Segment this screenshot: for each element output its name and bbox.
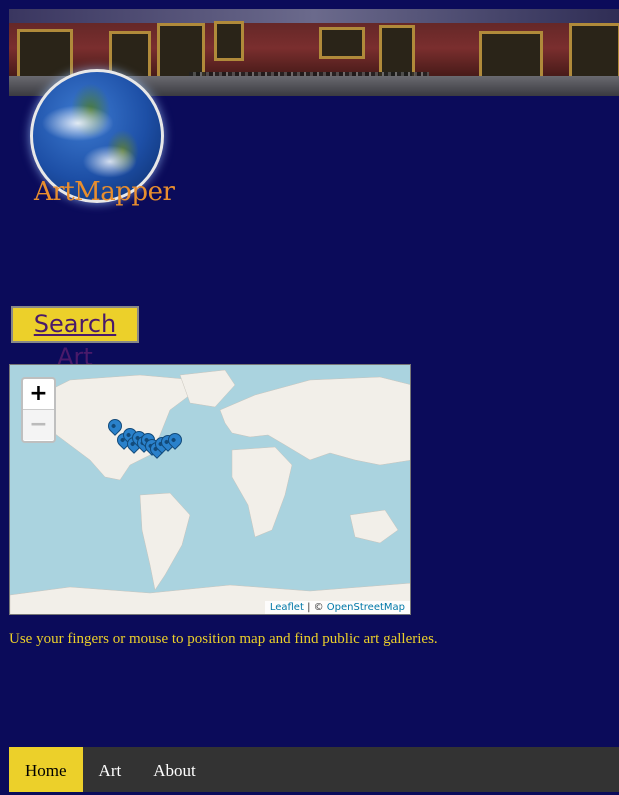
logo-text: ArtMapper [34,177,175,207]
nav-item-art[interactable]: Art [83,747,138,792]
banner-painting [379,25,415,79]
attribution-separator: | © [303,602,327,613]
zoom-in-button[interactable]: + [23,379,54,410]
artmapper-logo[interactable]: ArtMapper [30,69,175,214]
map-attribution: Leaflet | © OpenStreetMap [264,601,410,614]
zoom-control: + − [21,377,56,443]
zoom-out-button[interactable]: − [23,410,54,440]
world-basemap [10,369,410,614]
banner-ceiling [9,9,619,23]
land-australia [349,509,399,544]
land-south-america [139,492,191,591]
search-art-button[interactable]: Search Art [11,306,139,371]
bottom-nav-bar: Home Art About [9,747,619,792]
nav-item-about[interactable]: About [137,747,212,792]
map-instructions: Use your fingers or mouse to position ma… [9,631,438,647]
leaflet-map[interactable]: + − Leaflet | © OpenStreetMap [9,364,411,615]
nav-item-home[interactable]: Home [9,747,83,792]
land-greenland [179,369,236,408]
leaflet-link[interactable]: Leaflet [270,602,304,613]
land-africa [231,446,293,538]
openstreetmap-link[interactable]: OpenStreetMap [327,602,405,613]
banner-painting [319,27,365,59]
banner-painting [214,21,244,61]
